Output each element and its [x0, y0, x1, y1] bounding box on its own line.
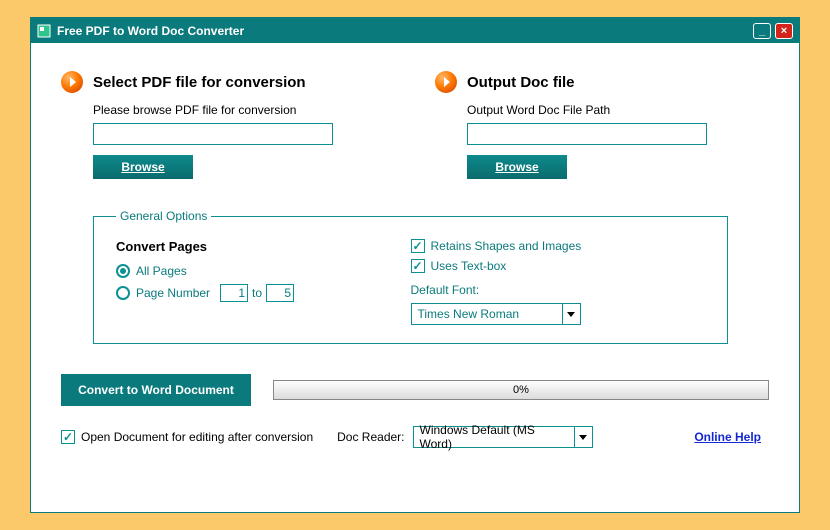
convert-button[interactable]: Convert to Word Document: [61, 374, 251, 406]
checkbox-icon: ✓: [61, 430, 75, 444]
retains-shapes-label: Retains Shapes and Images: [431, 239, 582, 253]
browse-output-button[interactable]: Browse: [467, 155, 567, 179]
output-help-text: Output Word Doc File Path: [467, 103, 769, 117]
retains-shapes-checkbox[interactable]: ✓ Retains Shapes and Images: [411, 239, 706, 253]
online-help-link[interactable]: Online Help: [694, 430, 761, 444]
open-after-label: Open Document for editing after conversi…: [81, 430, 313, 444]
general-options-legend: General Options: [116, 209, 211, 223]
app-title: Free PDF to Word Doc Converter: [57, 24, 244, 38]
all-pages-radio[interactable]: All Pages: [116, 264, 411, 278]
app-window: Free PDF to Word Doc Converter _ × Selec…: [30, 17, 800, 513]
page-number-label: Page Number: [136, 286, 210, 300]
default-font-label: Default Font:: [411, 283, 706, 297]
input-section: Select PDF file for conversion Please br…: [61, 71, 395, 179]
default-font-value: Times New Roman: [412, 307, 526, 321]
arrow-bullet-icon: [61, 71, 83, 93]
doc-reader-label: Doc Reader:: [337, 430, 404, 444]
page-number-radio[interactable]: Page Number to: [116, 284, 411, 302]
all-pages-label: All Pages: [136, 264, 187, 278]
input-help-text: Please browse PDF file for conversion: [93, 103, 395, 117]
to-label: to: [252, 286, 262, 300]
uses-textbox-checkbox[interactable]: ✓ Uses Text-box: [411, 259, 706, 273]
radio-icon: [116, 286, 130, 300]
chevron-down-icon: [562, 304, 580, 324]
general-options-fieldset: General Options Convert Pages All Pages …: [93, 209, 728, 344]
progress-text: 0%: [513, 384, 529, 396]
titlebar: Free PDF to Word Doc Converter _ ×: [31, 18, 799, 43]
checkbox-icon: ✓: [411, 259, 425, 273]
close-button[interactable]: ×: [775, 23, 793, 39]
open-after-checkbox[interactable]: ✓ Open Document for editing after conver…: [61, 430, 313, 444]
output-section-title: Output Doc file: [467, 74, 575, 91]
output-doc-path[interactable]: [467, 123, 707, 145]
input-pdf-path[interactable]: [93, 123, 333, 145]
convert-pages-header: Convert Pages: [116, 239, 411, 254]
doc-reader-select[interactable]: Windows Default (MS Word): [413, 426, 593, 448]
input-section-title: Select PDF file for conversion: [93, 74, 306, 91]
uses-textbox-label: Uses Text-box: [431, 259, 507, 273]
minimize-button[interactable]: _: [753, 23, 771, 39]
default-font-select[interactable]: Times New Roman: [411, 303, 581, 325]
checkbox-icon: ✓: [411, 239, 425, 253]
radio-icon: [116, 264, 130, 278]
arrow-bullet-icon: [435, 71, 457, 93]
chevron-down-icon: [574, 427, 592, 447]
page-from-input[interactable]: [220, 284, 248, 302]
app-icon: [37, 24, 51, 38]
doc-reader-value: Windows Default (MS Word): [414, 423, 574, 451]
browse-input-button[interactable]: Browse: [93, 155, 193, 179]
output-section: Output Doc file Output Word Doc File Pat…: [435, 71, 769, 179]
page-to-input[interactable]: [266, 284, 294, 302]
content-area: Select PDF file for conversion Please br…: [31, 43, 799, 512]
progress-bar: 0%: [273, 380, 769, 400]
